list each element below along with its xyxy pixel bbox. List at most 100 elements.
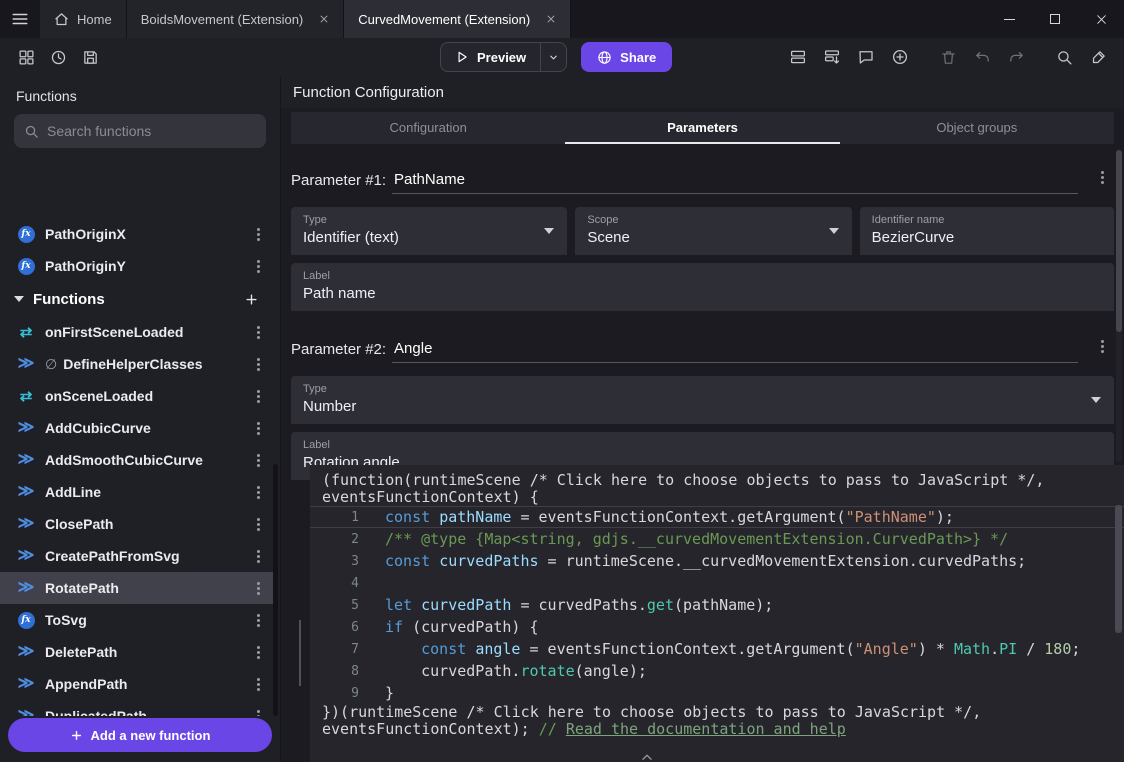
tab-parameters[interactable]: Parameters (565, 112, 839, 144)
function-item-pathoriginx[interactable]: fxPathOriginX (0, 226, 274, 250)
code-line-1[interactable]: 1const pathName = eventsFunctionContext.… (310, 506, 1124, 528)
param1-identifier-name-input[interactable]: Identifier name BezierCurve (860, 207, 1114, 255)
close-tab-icon[interactable] (546, 14, 556, 24)
add-function-button[interactable]: Add a new function (8, 718, 272, 752)
line-number: 3 (310, 554, 385, 569)
redo-button[interactable] (1002, 43, 1030, 71)
toolbar: Preview Share (0, 38, 1124, 76)
function-item-appendpath[interactable]: ≫AppendPath (0, 668, 274, 700)
parameter-2-name-input[interactable]: Angle (392, 340, 1078, 363)
share-button[interactable]: Share (581, 42, 672, 72)
fx-badge: fx (18, 612, 35, 629)
code-line-7[interactable]: 7 const angle = eventsFunctionContext.ge… (310, 638, 1124, 660)
search-functions-box[interactable] (14, 114, 266, 148)
function-item-menu-icon[interactable] (246, 477, 270, 507)
undo-button[interactable] (968, 43, 996, 71)
code-line-5[interactable]: 5let curvedPath = curvedPaths.get(pathNa… (310, 594, 1124, 616)
close-tab-icon[interactable] (319, 14, 329, 24)
code-line-8[interactable]: 8 curvedPath.rotate(angle); (310, 660, 1124, 682)
param1-type-select[interactable]: Type Identifier (text) (291, 207, 567, 255)
sidebar-scrollbar[interactable] (273, 464, 278, 716)
add-circle-button[interactable] (886, 43, 914, 71)
search-functions-input[interactable] (47, 123, 256, 139)
documentation-link[interactable]: Read the documentation and help (566, 720, 846, 738)
tab-curvedmovement[interactable]: CurvedMovement (Extension) (344, 0, 571, 38)
minimize-button[interactable] (986, 0, 1032, 38)
function-item-menu-icon[interactable] (246, 573, 270, 603)
function-item-menu-icon[interactable] (246, 509, 270, 539)
code-line-9[interactable]: 9} (310, 682, 1124, 704)
javascript-code-editor[interactable]: (function(runtimeScene /* Click here to … (310, 465, 1124, 762)
maximize-button[interactable] (1032, 0, 1078, 38)
feedback-button[interactable] (852, 43, 880, 71)
code-line-2[interactable]: 2/** @type {Map<string, gdjs.__curvedMov… (310, 528, 1124, 550)
function-item-menu-icon[interactable] (246, 317, 270, 347)
function-item-pathoriginy[interactable]: fxPathOriginY (0, 250, 274, 282)
project-manager-button[interactable] (12, 43, 40, 71)
add-function-icon[interactable] (238, 292, 264, 307)
tab-configuration[interactable]: Configuration (291, 112, 565, 144)
home-icon (54, 12, 69, 27)
tab-home[interactable]: Home (40, 0, 127, 38)
preview-options-button[interactable] (540, 43, 566, 71)
menu-button[interactable] (0, 0, 40, 38)
function-item-addsmoothcubiccurve[interactable]: ≫AddSmoothCubicCurve (0, 444, 274, 476)
preview-button[interactable]: Preview (441, 43, 540, 71)
tab-object-groups[interactable]: Object groups (840, 112, 1114, 144)
parameter-heading-label: Parameter #1: (291, 172, 386, 194)
function-item-menu-icon[interactable] (246, 226, 270, 249)
function-item-closepath[interactable]: ≫ClosePath (0, 508, 274, 540)
recent-projects-button[interactable] (44, 43, 72, 71)
function-item-menu-icon[interactable] (246, 701, 270, 716)
code-line-3[interactable]: 3const curvedPaths = runtimeScene.__curv… (310, 550, 1124, 572)
param1-scope-select[interactable]: Scope Scene (575, 207, 851, 255)
function-item-menu-icon[interactable] (246, 605, 270, 635)
action-function-icon: ≫ (16, 420, 36, 436)
config-scrollbar-thumb[interactable] (1116, 150, 1122, 332)
code-token: PI (999, 640, 1017, 658)
function-item-onsceneloaded[interactable]: ⇄onSceneLoaded (0, 380, 274, 412)
delete-button[interactable] (934, 43, 962, 71)
function-item-definehelperclasses[interactable]: ≫∅DefineHelperClasses (0, 348, 274, 380)
line-number: 2 (310, 532, 385, 547)
function-item-menu-icon[interactable] (246, 669, 270, 699)
save-button[interactable] (76, 43, 104, 71)
function-item-menu-icon[interactable] (246, 349, 270, 379)
code-line-4[interactable]: 4 (310, 572, 1124, 594)
parameter-1-name-input[interactable]: PathName (392, 171, 1078, 194)
code-line-6[interactable]: 6if (curvedPath) { (310, 616, 1124, 638)
export-list-button[interactable] (818, 43, 846, 71)
function-item-menu-icon[interactable] (246, 637, 270, 667)
parameter-2-menu-icon[interactable] (1090, 331, 1114, 361)
function-item-rotatepath[interactable]: ≫RotatePath (0, 572, 274, 604)
instructions-list-button[interactable] (784, 43, 812, 71)
editor-resize-handle[interactable] (299, 620, 301, 686)
function-item-menu-icon[interactable] (246, 413, 270, 443)
function-item-menu-icon[interactable] (246, 541, 270, 571)
function-item-duplicatedpath[interactable]: ≫DuplicatedPath (0, 700, 274, 716)
parameter-1-menu-icon[interactable] (1090, 162, 1114, 192)
function-item-addline[interactable]: ≫AddLine (0, 476, 274, 508)
function-item-tosvg[interactable]: fxToSvg (0, 604, 274, 636)
function-item-onfirstsceneloaded[interactable]: ⇄onFirstSceneLoaded (0, 316, 274, 348)
function-item-deletepath[interactable]: ≫DeletePath (0, 636, 274, 668)
chat-bubble-icon (857, 48, 875, 66)
function-item-menu-icon[interactable] (246, 251, 270, 281)
param1-label-input[interactable]: Label Path name (291, 263, 1114, 311)
function-item-menu-icon[interactable] (246, 381, 270, 411)
function-item-menu-icon[interactable] (246, 445, 270, 475)
collapse-caret-icon[interactable] (14, 296, 24, 302)
chevron-up-icon[interactable] (640, 752, 654, 762)
search-button[interactable] (1050, 43, 1078, 71)
functions-section-header[interactable]: Functions (0, 282, 274, 316)
close-window-button[interactable] (1078, 0, 1124, 38)
function-item-createpathfromsvg[interactable]: ≫CreatePathFromSvg (0, 540, 274, 572)
function-item-addcubiccurve[interactable]: ≫AddCubicCurve (0, 412, 274, 444)
config-scrollbar[interactable] (1116, 150, 1122, 462)
param2-type-select[interactable]: Type Number (291, 376, 1114, 424)
theme-button[interactable] (1084, 43, 1112, 71)
tab-boidsmovement[interactable]: BoidsMovement (Extension) (127, 0, 345, 38)
function-item-label: PathOriginY (45, 258, 237, 274)
editor-scrollbar[interactable] (1115, 505, 1122, 633)
line-number: 5 (310, 598, 385, 613)
